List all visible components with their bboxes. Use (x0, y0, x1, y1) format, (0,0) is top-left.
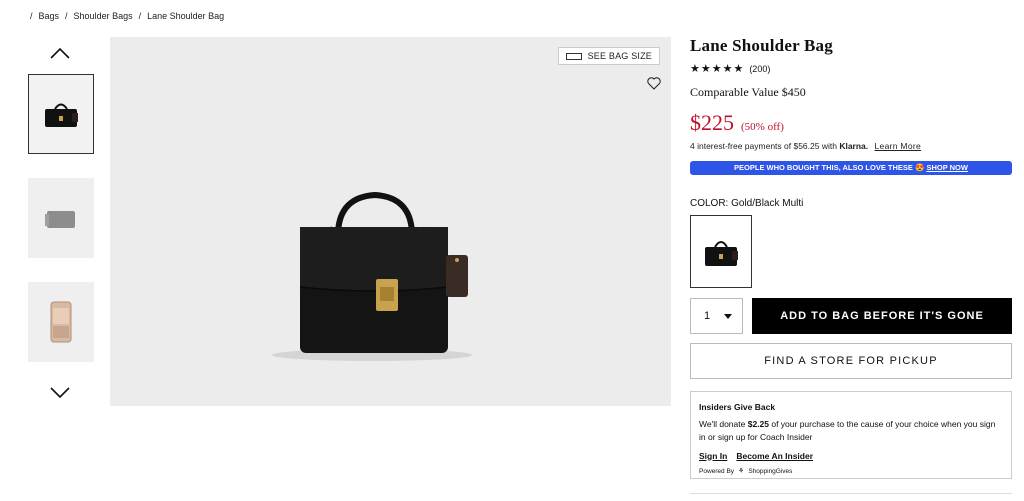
heart-icon[interactable] (646, 75, 662, 91)
insiders-text-before: We'll donate (699, 418, 748, 429)
purchase-row: 1 ADD TO BAG BEFORE IT'S GONE (690, 298, 1012, 334)
thumbnail-interior[interactable] (28, 282, 94, 362)
product-rating[interactable]: ★★★★★ (200) (690, 62, 1012, 75)
promo-banner[interactable]: PEOPLE WHO BOUGHT THIS, ALSO LOVE THESE … (690, 161, 1012, 175)
insiders-links: Sign In Become An Insider (699, 450, 1003, 464)
add-to-bag-button[interactable]: ADD TO BAG BEFORE IT'S GONE (752, 298, 1012, 334)
donation-amount: $2.25 (747, 418, 769, 429)
sign-in-link[interactable]: Sign In (699, 450, 727, 464)
caret-down-icon (724, 313, 732, 319)
comparable-value: Comparable Value $450 (690, 85, 806, 99)
bag-image (272, 191, 472, 361)
powered-by: Powered By ⚘ ShoppingGives (699, 465, 1003, 479)
breadcrumb-separator: / (138, 11, 142, 21)
shoppinggives-brand: ShoppingGives (748, 468, 793, 475)
swatch-bag-image (705, 240, 738, 266)
breadcrumb-shoulder-bags[interactable]: Shoulder Bags (74, 11, 133, 21)
bag-back-image (45, 211, 75, 228)
quantity-value: 1 (704, 310, 711, 322)
insiders-give-back-box: Insiders Give Back We'll donate $2.25 of… (690, 391, 1012, 479)
breadcrumb-current[interactable]: Lane Shoulder Bag (147, 11, 224, 21)
chevron-down-icon[interactable] (49, 386, 71, 400)
become-insider-link[interactable]: Become An Insider (736, 450, 813, 464)
chevron-up-icon[interactable] (49, 46, 71, 60)
star-rating-icon: ★★★★★ (690, 63, 745, 75)
shoppinggives-logo-icon: ⚘ (738, 468, 745, 475)
color-selector-label: COLOR: Gold/Black Multi (690, 198, 1012, 209)
bag-thumbnail-image (45, 103, 78, 127)
quantity-select[interactable]: 1 (690, 298, 743, 334)
shop-now-link[interactable]: SHOP NOW (926, 163, 968, 172)
color-swatch-gold-black[interactable] (690, 215, 752, 288)
see-bag-size-button[interactable]: SEE BAG SIZE (557, 47, 660, 65)
powered-by-label: Powered By (699, 468, 735, 475)
thumbnail-front[interactable] (28, 74, 94, 154)
breadcrumb: / Bags / Shoulder Bags / Lane Shoulder B… (30, 11, 224, 21)
price-row: $225 (50% off) (690, 110, 1012, 136)
breadcrumb-bags[interactable]: Bags (39, 11, 60, 21)
bag-interior-image (50, 301, 72, 343)
insiders-text: We'll donate $2.25 of your purchase to t… (699, 418, 1003, 445)
sale-price: $225 (690, 110, 734, 135)
divider (690, 493, 1012, 494)
see-bag-size-label: SEE BAG SIZE (587, 51, 652, 61)
klarna-installments: 4 interest-free payments of $56.25 with … (690, 141, 1012, 151)
color-value: Gold/Black Multi (731, 198, 804, 209)
breadcrumb-separator: / (30, 11, 33, 21)
product-info-panel: Lane Shoulder Bag ★★★★★ (200) Comparable… (690, 36, 1012, 479)
main-product-image: SEE BAG SIZE (110, 37, 671, 406)
klarna-text: 4 interest-free payments of $56.25 with (690, 141, 837, 151)
ruler-icon (565, 52, 582, 60)
color-label: COLOR: (690, 198, 729, 209)
thumbnail-back[interactable] (28, 178, 94, 258)
klarna-logo: Klarna. (839, 141, 869, 151)
thumbnail-carousel (27, 36, 95, 408)
promo-text: PEOPLE WHO BOUGHT THIS, ALSO LOVE THESE … (734, 163, 925, 172)
insiders-heading: Insiders Give Back (699, 402, 776, 412)
klarna-learn-more-link[interactable]: Learn More (875, 141, 921, 151)
breadcrumb-separator: / (65, 11, 68, 21)
review-count: (200) (749, 63, 771, 74)
product-title: Lane Shoulder Bag (690, 36, 833, 55)
discount-label: (50% off) (741, 121, 784, 133)
find-store-button[interactable]: FIND A STORE FOR PICKUP (690, 343, 1012, 379)
